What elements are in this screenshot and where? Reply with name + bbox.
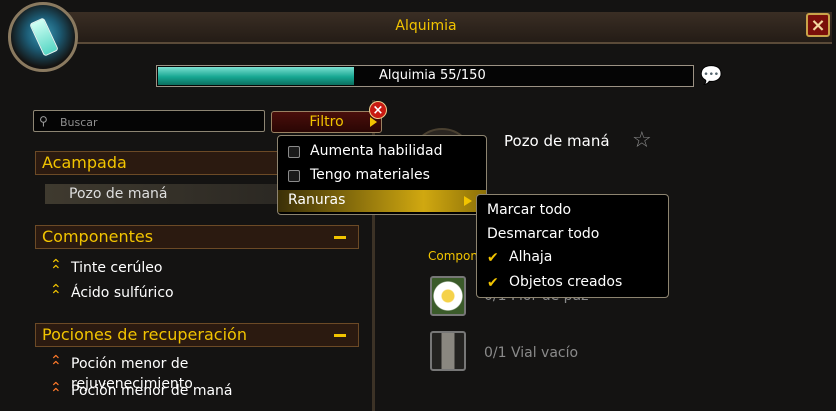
favorite-star-icon[interactable]: ☆ bbox=[632, 128, 652, 153]
profession-portrait bbox=[8, 2, 78, 72]
search-icon: ⚲ bbox=[39, 114, 48, 128]
skillup-rank-icon bbox=[50, 258, 62, 278]
filter-button-label: Filtro bbox=[309, 114, 344, 130]
category-header-componentes[interactable]: Componentes bbox=[35, 225, 359, 249]
title-bar[interactable]: Alquimia bbox=[60, 12, 832, 44]
checkmark-icon[interactable]: ✔ bbox=[487, 276, 499, 290]
daisy-icon[interactable] bbox=[430, 276, 466, 316]
filter-option-tengo-materiales[interactable]: Tengo materiales bbox=[278, 165, 486, 187]
checkmark-icon[interactable]: ✔ bbox=[487, 251, 499, 265]
skillup-rank-icon bbox=[50, 283, 62, 303]
menu-item-marcar-todo[interactable]: Marcar todo bbox=[477, 200, 668, 222]
filter-menu: Aumenta habilidad Tengo materiales Ranur… bbox=[277, 135, 487, 215]
menu-item-label: Desmarcar todo bbox=[487, 226, 600, 242]
skill-progress-fill bbox=[158, 67, 354, 85]
skill-progress-label: Alquimia 55/150 bbox=[379, 68, 486, 83]
skill-progress-bar: Alquimia 55/150 bbox=[156, 65, 694, 87]
category-header-pociones[interactable]: Pociones de recuperación bbox=[35, 323, 359, 347]
recipe-label: Pozo de maná bbox=[69, 186, 168, 202]
recipe-item[interactable]: Tinte cerúleo bbox=[45, 258, 295, 278]
submenu-arrow-icon bbox=[464, 196, 472, 206]
category-label: Componentes bbox=[42, 227, 154, 246]
potion-icon bbox=[29, 17, 59, 57]
collapse-icon[interactable] bbox=[334, 334, 346, 337]
window-title: Alquimia bbox=[395, 18, 457, 34]
checkbox-unchecked[interactable] bbox=[288, 170, 300, 182]
recipe-label: Ácido sulfúrico bbox=[71, 285, 174, 301]
filter-button[interactable]: Filtro bbox=[271, 111, 382, 133]
recipe-item[interactable]: Poción menor de rejuvenecimiento bbox=[45, 354, 295, 392]
filter-option-ranuras[interactable]: Ranuras bbox=[278, 190, 486, 212]
menu-item-label: Objetos creados bbox=[509, 274, 623, 290]
chat-link-icon[interactable]: 💬 bbox=[700, 66, 726, 86]
skillup-rank-icon bbox=[50, 354, 62, 374]
category-label: Pociones de recuperación bbox=[42, 325, 247, 344]
recipe-label: Poción menor de maná bbox=[71, 383, 233, 399]
collapse-icon[interactable] bbox=[334, 236, 346, 239]
profession-window: Alquimia × Alquimia 55/150 💬 ⚲ Filtro × … bbox=[0, 0, 836, 411]
recipe-label: Tinte cerúleo bbox=[71, 260, 163, 276]
components-label: Compon bbox=[428, 249, 478, 263]
reagent-count: 0/1 Vial vacío bbox=[484, 345, 579, 361]
vial-icon[interactable] bbox=[430, 331, 466, 371]
menu-item-objetos-creados[interactable]: ✔ Objetos creados bbox=[477, 272, 668, 294]
recipe-detail-name: Pozo de maná bbox=[504, 132, 610, 150]
menu-item-desmarcar-todo[interactable]: Desmarcar todo bbox=[477, 224, 668, 246]
recipe-item-selected[interactable]: Pozo de maná bbox=[45, 184, 295, 204]
close-button[interactable]: × bbox=[806, 13, 830, 37]
filter-option-aumenta-habilidad[interactable]: Aumenta habilidad bbox=[278, 141, 486, 163]
skillup-rank-icon bbox=[50, 381, 62, 401]
menu-item-label: Alhaja bbox=[509, 249, 553, 265]
menu-item-label: Tengo materiales bbox=[310, 167, 430, 183]
checkbox-unchecked[interactable] bbox=[288, 146, 300, 158]
menu-item-label: Ranuras bbox=[288, 192, 346, 208]
menu-item-alhaja[interactable]: ✔ Alhaja bbox=[477, 247, 668, 269]
search-input[interactable] bbox=[58, 112, 262, 132]
slots-submenu: Marcar todo Desmarcar todo ✔ Alhaja ✔ Ob… bbox=[476, 194, 669, 298]
category-label: Acampada bbox=[42, 153, 127, 172]
menu-item-label: Aumenta habilidad bbox=[310, 143, 443, 159]
filter-reset-icon[interactable]: × bbox=[369, 101, 387, 119]
recipe-item[interactable]: Ácido sulfúrico bbox=[45, 283, 295, 303]
search-box[interactable]: ⚲ bbox=[33, 110, 265, 132]
recipe-item[interactable]: Poción menor de maná bbox=[45, 381, 295, 401]
menu-item-label: Marcar todo bbox=[487, 202, 572, 218]
